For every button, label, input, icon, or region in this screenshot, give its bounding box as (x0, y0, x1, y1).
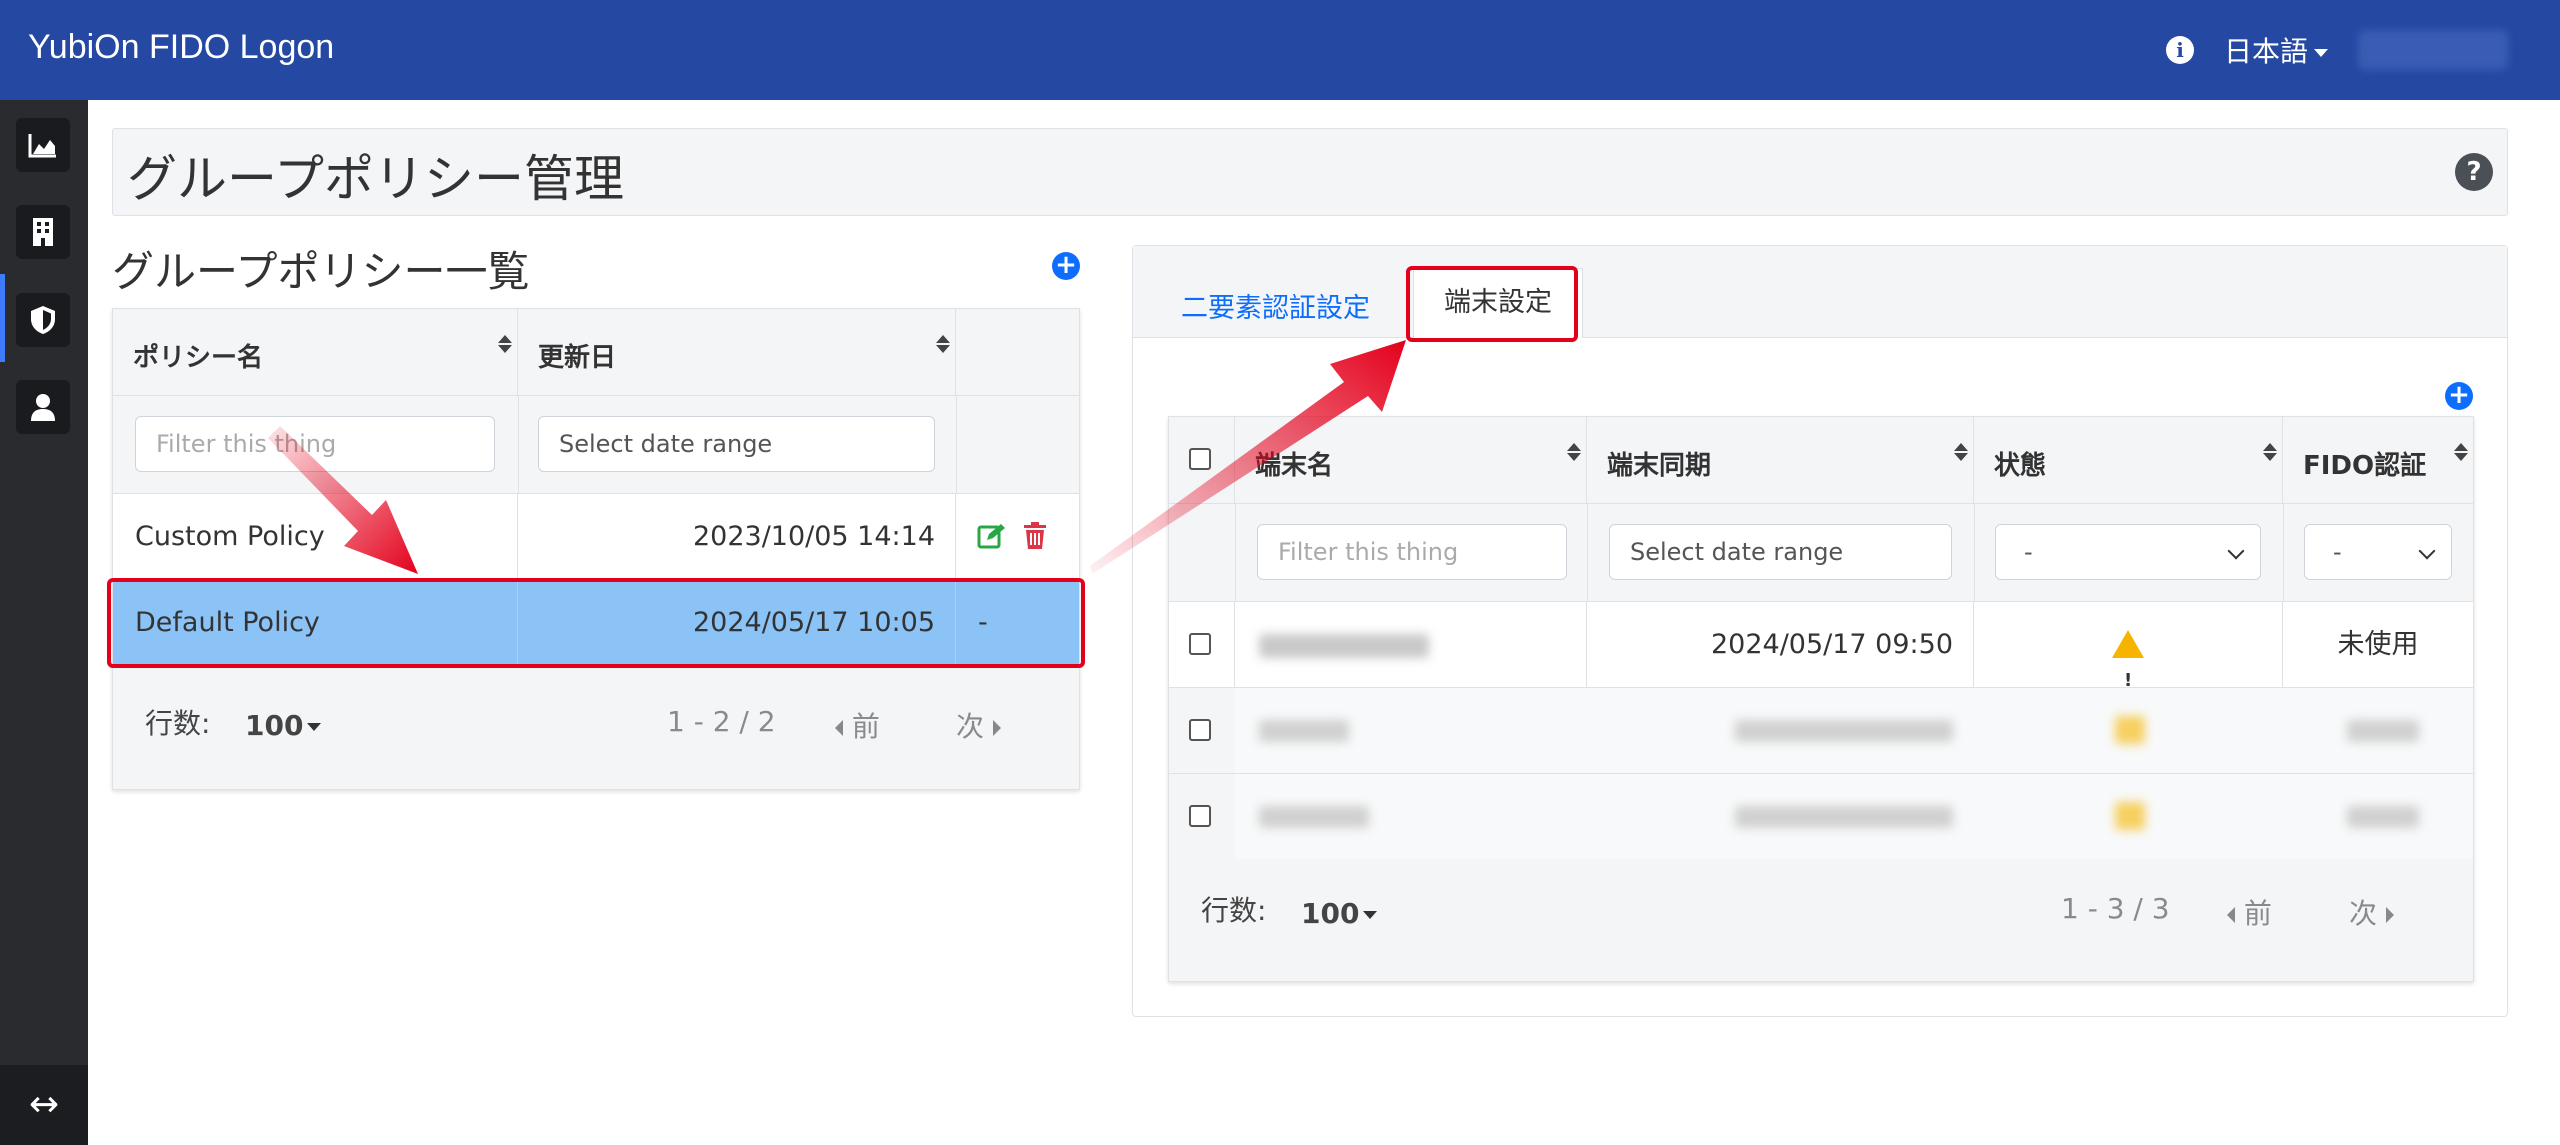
annotation-arrows (268, 340, 1406, 574)
arrow-to-default-policy (268, 426, 418, 574)
arrow-to-device-tab (1090, 340, 1406, 574)
